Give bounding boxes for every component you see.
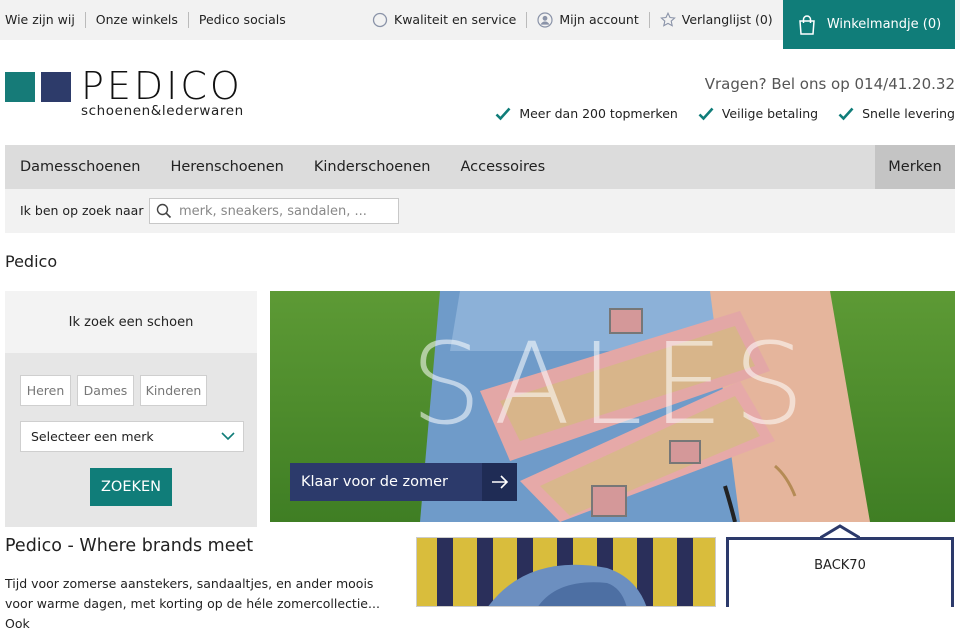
shopping-bag-icon	[799, 14, 815, 35]
circle-icon	[372, 12, 388, 28]
breadcrumb: Pedico	[5, 252, 58, 271]
search-submit-button[interactable]: ZOEKEN	[90, 468, 172, 506]
wishlist-link[interactable]: Verlanglijst (0)	[648, 12, 783, 28]
nav-item-kinderschoenen[interactable]: Kinderschoenen	[299, 159, 446, 175]
hero-banner[interactable]: SALES Klaar voor de zomer	[270, 291, 955, 522]
usp-item: Veilige betaling	[698, 106, 818, 121]
promo-image[interactable]	[416, 537, 716, 607]
quality-label: Kwaliteit en service	[394, 12, 517, 27]
cart-label: Winkelmandje (0)	[826, 17, 942, 32]
check-icon	[838, 107, 854, 120]
link-pedico-socials[interactable]: Pedico socials	[187, 12, 296, 28]
option-dames[interactable]: Dames	[77, 375, 134, 406]
search-bar: Ik ben op zoek naar	[5, 189, 955, 233]
brand-select-value: Selecteer een merk	[31, 429, 154, 444]
usp-label: Veilige betaling	[721, 106, 819, 121]
option-kinderen[interactable]: Kinderen	[140, 375, 207, 406]
link-wie-zijn-wij[interactable]: Wie zijn wij	[5, 12, 85, 28]
finder-title: Ik zoek een schoen	[5, 291, 257, 353]
logo-square-teal	[5, 72, 35, 102]
usp-item: Meer dan 200 topmerken	[495, 106, 678, 121]
chevron-down-icon	[221, 432, 235, 441]
finder-options: Heren Dames Kinderen	[20, 375, 213, 406]
logo-text: PEDICO schoenen&lederwaren	[81, 66, 244, 119]
hero-cta-label: Klaar voor de zomer	[290, 463, 482, 501]
link-onze-winkels[interactable]: Onze winkels	[84, 12, 188, 28]
voucher-notch	[820, 524, 860, 538]
phone-text: Vragen? Bel ons op 014/41.20.32	[704, 75, 955, 93]
user-icon	[537, 12, 553, 28]
star-icon	[659, 12, 676, 27]
hero-overlay-text: SALES	[410, 320, 815, 450]
promo-photo	[417, 538, 715, 606]
check-icon	[698, 107, 714, 120]
logo-square-navy	[41, 72, 71, 102]
brand-select[interactable]: Selecteer een merk	[20, 421, 244, 452]
arrow-right-icon	[482, 463, 517, 501]
nav-item-damesschoenen[interactable]: Damesschoenen	[5, 159, 155, 175]
voucher-code: BACK70	[814, 558, 866, 573]
nav-item-merken[interactable]: Merken	[875, 145, 955, 189]
voucher-card[interactable]: BACK70	[726, 524, 954, 607]
logo[interactable]: PEDICO schoenen&lederwaren	[5, 66, 243, 119]
usp-item: Snelle levering	[838, 106, 955, 121]
account-label: Mijn account	[559, 12, 639, 27]
search-label: Ik ben op zoek naar	[20, 203, 144, 218]
top-utility: Kwaliteit en service Mijn account Verlan…	[372, 0, 783, 40]
account-link[interactable]: Mijn account	[526, 12, 648, 28]
main-nav: Damesschoenen Herenschoenen Kinderschoen…	[5, 145, 955, 189]
check-icon	[495, 107, 511, 120]
logo-subtitle: schoenen&lederwaren	[81, 103, 244, 119]
search-box[interactable]	[149, 198, 399, 224]
search-input[interactable]	[179, 203, 389, 219]
nav-item-accessoires[interactable]: Accessoires	[445, 159, 560, 175]
wishlist-label: Verlanglijst (0)	[681, 12, 773, 27]
usp-list: Meer dan 200 topmerken Veilige betaling …	[475, 106, 955, 121]
hero-cta-button[interactable]: Klaar voor de zomer	[290, 463, 517, 501]
cart-button[interactable]: Winkelmandje (0)	[783, 0, 955, 49]
nav-item-herenschoenen[interactable]: Herenschoenen	[155, 159, 298, 175]
page-title: Pedico - Where brands meet	[5, 536, 254, 556]
top-bar: Wie zijn wij Onze winkels Pedico socials…	[0, 0, 960, 49]
usp-label: Snelle levering	[862, 106, 955, 121]
quality-link[interactable]: Kwaliteit en service	[372, 12, 526, 28]
search-icon	[156, 203, 172, 219]
option-heren[interactable]: Heren	[20, 375, 71, 406]
shoe-finder: Ik zoek een schoen Heren Dames Kinderen …	[5, 291, 257, 527]
logo-name: PEDICO	[81, 64, 243, 108]
top-links: Wie zijn wij Onze winkels Pedico socials	[5, 0, 296, 40]
intro-text: Tijd voor zomerse aanstekers, sandaaltje…	[5, 576, 380, 631]
usp-label: Meer dan 200 topmerken	[519, 106, 678, 121]
